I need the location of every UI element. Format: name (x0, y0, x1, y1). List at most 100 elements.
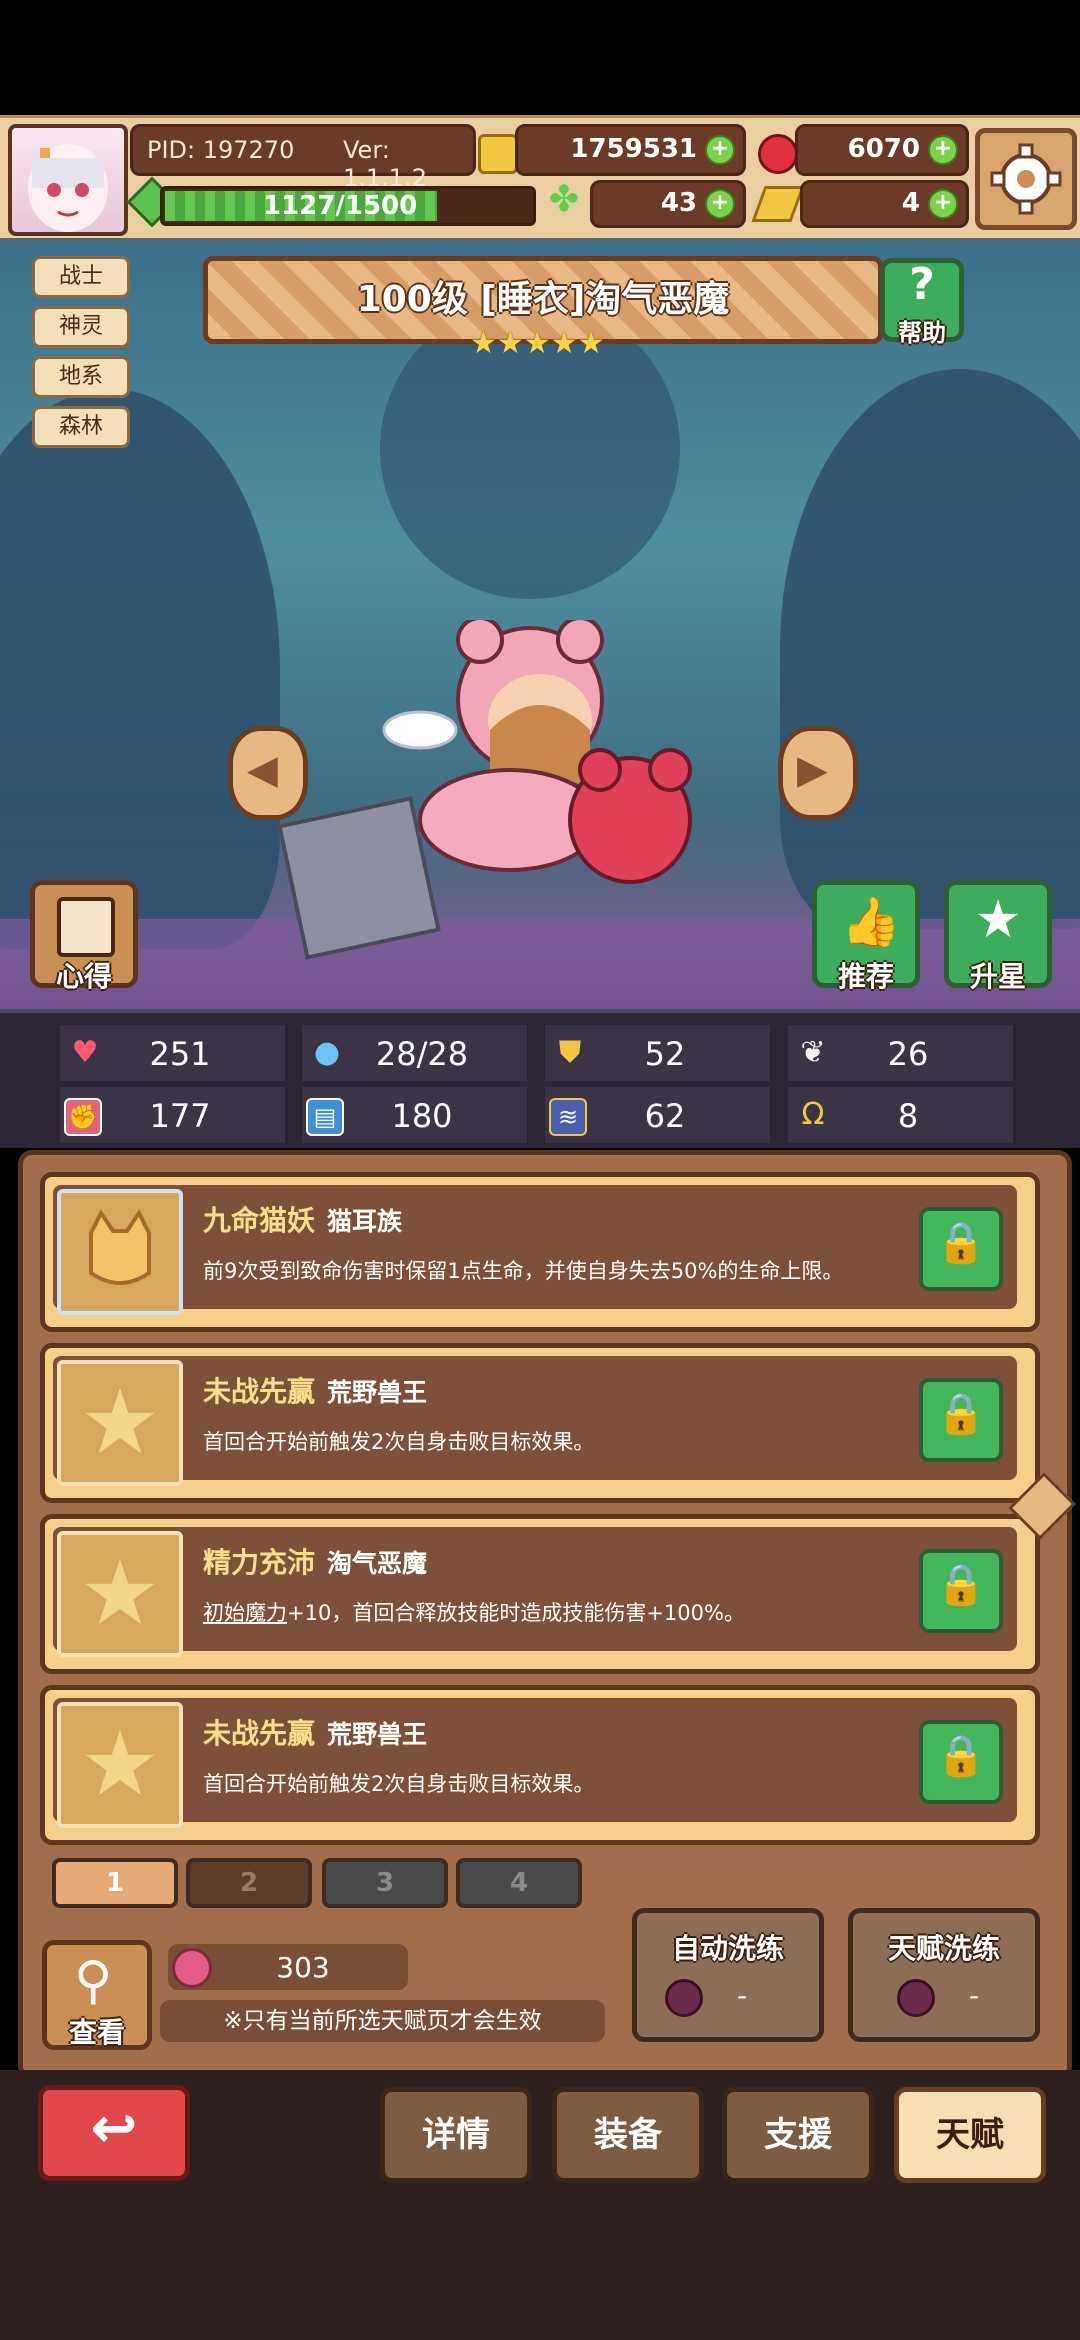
talent-title: 未战先赢 (203, 1717, 316, 1750)
add-gold-icon[interactable]: + (705, 135, 735, 165)
magic-value: 180 (391, 1097, 453, 1135)
auto-reroll-cost: - (737, 1979, 748, 2012)
key-value: 4 (901, 188, 920, 218)
lock-icon: 🔒 (936, 1562, 986, 1608)
talent-page-3[interactable]: 3 (322, 1858, 448, 1908)
lock-icon: 🔒 (936, 1220, 986, 1266)
question-icon: ? (909, 259, 935, 310)
fist-icon: ✊ (64, 1098, 102, 1136)
magnifier-icon: ⚲ (73, 1951, 113, 2011)
stat-attack: ✊ 177 (60, 1087, 285, 1143)
settings-button[interactable] (975, 128, 1077, 230)
lock-icon: 🔒 (936, 1733, 986, 1779)
fruit-icon (665, 1979, 703, 2017)
tab-support[interactable]: 支援 (722, 2087, 874, 2183)
recommend-label: 推荐 (837, 960, 894, 993)
tree-left (0, 389, 280, 949)
talent-card-1[interactable]: 九命猫妖 猫耳族 前9次受到致命伤害时保留1点生命，并使自身失去50%的生命上限。… (40, 1172, 1040, 1332)
star-icon: ★ (79, 1370, 161, 1475)
talent-desc: 首回合开始前触发2次自身击败目标效果。 (203, 1772, 595, 1796)
player-avatar[interactable] (8, 124, 128, 236)
gold-value: 1759531 (570, 134, 697, 164)
hp-value: 251 (149, 1035, 211, 1073)
insight-button[interactable]: 心得 (30, 880, 138, 993)
stat-luck: Ω 8 (788, 1087, 1013, 1143)
add-clover-icon[interactable]: + (705, 189, 735, 219)
talent-card-3[interactable]: ★ 精力充沛 淘气恶魔 初始魔力+10，首回合释放技能时造成技能伤害+100%。 … (40, 1514, 1040, 1674)
tab-details[interactable]: 详情 (380, 2087, 532, 2183)
energy-bar: 1127/1500 (160, 186, 536, 226)
auto-reroll-button[interactable]: 自动洗练 - (632, 1908, 824, 2042)
talent-reroll-label: 天赋洗练 (887, 1932, 1000, 1965)
star-badge-icon: ★ (57, 1531, 183, 1657)
lock-button[interactable]: 🔒 (919, 1378, 1003, 1462)
talent-name: 未战先赢 荒野兽王 (203, 1712, 427, 1752)
wing-icon: ❦ (800, 1035, 826, 1070)
thumbs-up-icon: 👍 (841, 894, 901, 950)
add-key-icon[interactable]: + (928, 189, 958, 219)
talent-keyword-link[interactable]: 初始魔力 (203, 1601, 287, 1625)
talent-title: 未战先赢 (203, 1375, 316, 1408)
stat-magic: ▤ 180 (302, 1087, 527, 1143)
mana-value: 28/28 (375, 1035, 469, 1073)
stat-defense: ⛊ 52 (545, 1025, 770, 1081)
cat-icon (57, 1189, 183, 1315)
tag-region: 森林 (32, 406, 130, 448)
talent-reroll-button[interactable]: 天赋洗练 - (848, 1908, 1040, 2042)
star-badge-icon: ★ (57, 1360, 183, 1486)
talent-desc-text: +10，首回合释放技能时造成技能伤害+100%。 (287, 1601, 745, 1625)
talent-card-inner: ★ 未战先赢 荒野兽王 首回合开始前触发2次自身击败目标效果。 🔒 (53, 1698, 1017, 1828)
lock-icon: 🔒 (936, 1391, 986, 1437)
talent-page-4[interactable]: 4 (456, 1858, 582, 1908)
tag-class: 战士 (32, 256, 130, 298)
help-label: 帮助 (898, 319, 946, 347)
talent-desc: 首回合开始前触发2次自身击败目标效果。 (203, 1430, 595, 1454)
clover-panel: 43 + (590, 180, 746, 228)
attack-value: 177 (149, 1097, 211, 1135)
talent-card-2[interactable]: ★ 未战先赢 荒野兽王 首回合开始前触发2次自身击败目标效果。 🔒 (40, 1343, 1040, 1503)
star-badge-icon: ★ (57, 1702, 183, 1828)
help-button[interactable]: ? 帮助 (880, 258, 964, 347)
resource-count: 303 (276, 1951, 330, 1984)
lock-button[interactable]: 🔒 (919, 1549, 1003, 1633)
back-button[interactable]: ↩ (38, 2085, 190, 2181)
talent-source: 荒野兽王 (327, 1720, 428, 1749)
shield-icon: ⛊ (558, 1035, 582, 1070)
lock-button[interactable]: 🔒 (919, 1207, 1003, 1291)
star-icon: ★ (79, 1712, 161, 1817)
talent-page-1[interactable]: 1 (52, 1858, 178, 1908)
hero-character (382, 620, 692, 884)
scroll-icon: ≋ (549, 1098, 587, 1136)
resource-panel: 303 (168, 1944, 408, 1990)
fruit-icon (172, 1948, 212, 1988)
chevron-left-icon: ◀ (247, 747, 278, 793)
star-up-button[interactable]: ★ 升星 (944, 880, 1052, 993)
add-gem-icon[interactable]: + (928, 135, 958, 165)
next-hero-button[interactable]: ▶ (778, 726, 858, 820)
prev-hero-button[interactable]: ◀ (228, 726, 308, 820)
hero-stats: ♥ 251 ● 28/28 ⛊ 52 ❦ 26 ✊ 177 ▤ 180 ≋ 62… (0, 1009, 1080, 1148)
stat-speed: ❦ 26 (788, 1025, 1013, 1081)
gem-icon (758, 134, 798, 174)
top-resource-bar: PID: 197270 Ver: 1.1.1.2 1759531 + 6070 … (0, 115, 1080, 242)
tab-talent[interactable]: 天赋 (894, 2087, 1046, 2183)
lock-button[interactable]: 🔒 (919, 1720, 1003, 1804)
talent-name: 未战先赢 荒野兽王 (203, 1370, 427, 1410)
tag-type: 神灵 (32, 306, 130, 348)
version-text: Ver: 1.1.1.2 (343, 136, 427, 192)
view-label: 查看 (68, 2016, 125, 2049)
resist-value: 62 (644, 1097, 686, 1135)
book-icon (57, 897, 115, 957)
talent-page-2[interactable]: 2 (186, 1858, 312, 1908)
tab-equipment[interactable]: 装备 (552, 2087, 704, 2183)
key-panel: 4 + (800, 180, 969, 228)
talent-card-4[interactable]: ★ 未战先赢 荒野兽王 首回合开始前触发2次自身击败目标效果。 🔒 (40, 1685, 1040, 1845)
talent-source: 猫耳族 (327, 1207, 403, 1236)
talent-title: 精力充沛 (203, 1546, 316, 1579)
stat-mana: ● 28/28 (302, 1025, 527, 1081)
water-drop-icon: ● (313, 1035, 341, 1070)
view-button[interactable]: ⚲ 查看 (42, 1940, 152, 2050)
talent-card-inner: ★ 精力充沛 淘气恶魔 初始魔力+10，首回合释放技能时造成技能伤害+100%。 … (53, 1527, 1017, 1657)
talent-source: 淘气恶魔 (327, 1549, 428, 1578)
recommend-button[interactable]: 👍 推荐 (812, 880, 920, 993)
